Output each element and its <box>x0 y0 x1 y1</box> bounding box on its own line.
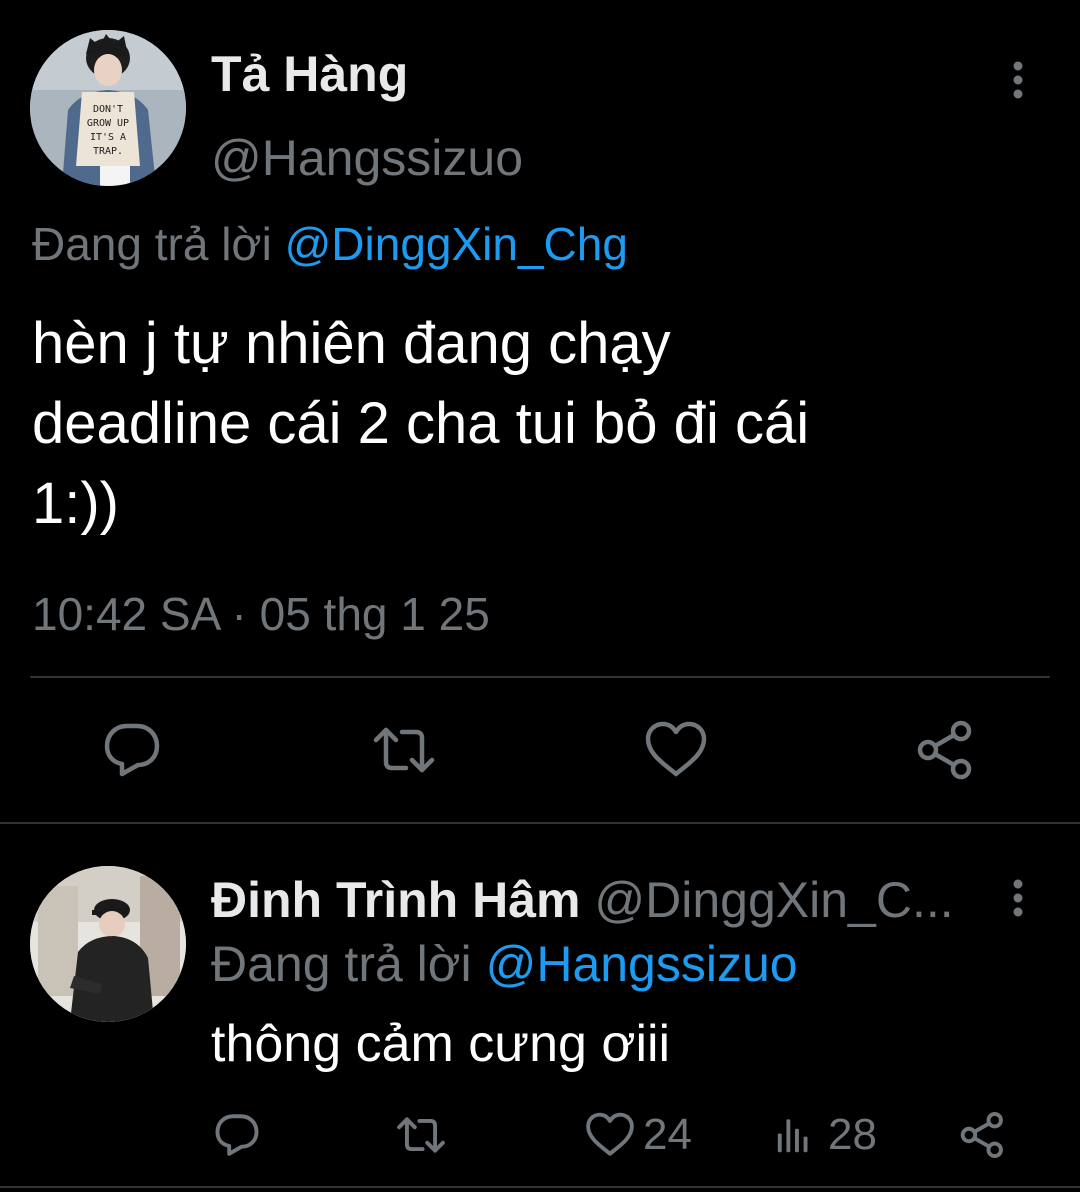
author-handle[interactable]: @Hangssizuo <box>211 128 523 188</box>
replying-to-line: Đang trả lời @DinggXin_Chg <box>32 214 628 274</box>
tweet-time: 10:42 SA <box>32 588 219 640</box>
replying-to-mention[interactable]: @Hangssizuo <box>486 936 798 992</box>
divider <box>30 676 1050 678</box>
reply-tweet-text: thông cảm cưng ơiii <box>211 1015 671 1073</box>
replying-prefix: Đang trả lời <box>32 218 272 270</box>
avatar-photo <box>30 866 186 1022</box>
like-icon <box>645 721 707 777</box>
share-icon <box>917 720 972 780</box>
tweet-text-line: hèn j tự nhiên đang chạy <box>32 311 671 376</box>
svg-text:IT'S A: IT'S A <box>90 132 126 143</box>
divider <box>0 1186 1080 1188</box>
share-icon <box>960 1111 1003 1159</box>
like-count: 24 <box>643 1110 692 1159</box>
reply-author-handle[interactable]: @DinggXin_C... <box>594 872 953 928</box>
svg-text:GROW UP: GROW UP <box>87 118 129 129</box>
share-button[interactable] <box>914 718 978 782</box>
author-display-name[interactable]: Tả Hàng <box>211 44 408 104</box>
reply-icon <box>104 723 160 777</box>
reply-replying-to-line: Đang trả lời @Hangssizuo <box>211 934 798 994</box>
view-count: 28 <box>828 1110 877 1159</box>
retweet-icon <box>373 727 435 773</box>
like-icon <box>586 1112 634 1156</box>
reply-button[interactable] <box>100 718 164 782</box>
tweet-date: 05 thg 1 25 <box>259 588 490 640</box>
author-avatar[interactable]: DON'T GROW UP IT'S A TRAP. <box>30 30 186 186</box>
reply-views-button[interactable]: 28 <box>770 1110 877 1160</box>
svg-text:TRAP.: TRAP. <box>93 146 123 157</box>
reply-author-avatar[interactable] <box>30 866 186 1022</box>
like-button[interactable] <box>644 718 708 782</box>
reply-like-button[interactable]: 24 <box>585 1110 692 1160</box>
retweet-button[interactable] <box>372 718 436 782</box>
tweet-timestamp[interactable]: 10:42 SA · 05 thg 1 25 <box>32 584 490 644</box>
views-icon <box>777 1119 808 1153</box>
reply-retweet-button[interactable] <box>396 1110 446 1160</box>
meta-separator: · <box>231 588 247 640</box>
svg-text:DON'T: DON'T <box>93 104 123 115</box>
replying-to-mention[interactable]: @DinggXin_Chg <box>285 218 628 270</box>
more-vertical-icon[interactable] <box>998 58 1038 102</box>
more-vertical-icon[interactable] <box>998 876 1038 920</box>
reply-icon <box>215 1114 259 1156</box>
reply-reply-button[interactable] <box>212 1110 262 1160</box>
tweet-text: hèn j tự nhiên đang chạy deadline cái 2 … <box>32 304 1052 544</box>
replying-prefix: Đang trả lời <box>211 936 472 992</box>
tweet-text-line: 1:)) <box>32 471 119 536</box>
divider <box>0 822 1080 824</box>
reply-share-button[interactable] <box>958 1110 1008 1160</box>
avatar-photo: DON'T GROW UP IT'S A TRAP. <box>30 30 186 186</box>
retweet-icon <box>397 1117 445 1153</box>
tweet-text-line: deadline cái 2 cha tui bỏ đi cái <box>32 391 810 456</box>
reply-author-line[interactable]: Đinh Trình Hâm @DinggXin_C... <box>211 870 991 930</box>
reply-author-display-name[interactable]: Đinh Trình Hâm <box>211 872 580 928</box>
